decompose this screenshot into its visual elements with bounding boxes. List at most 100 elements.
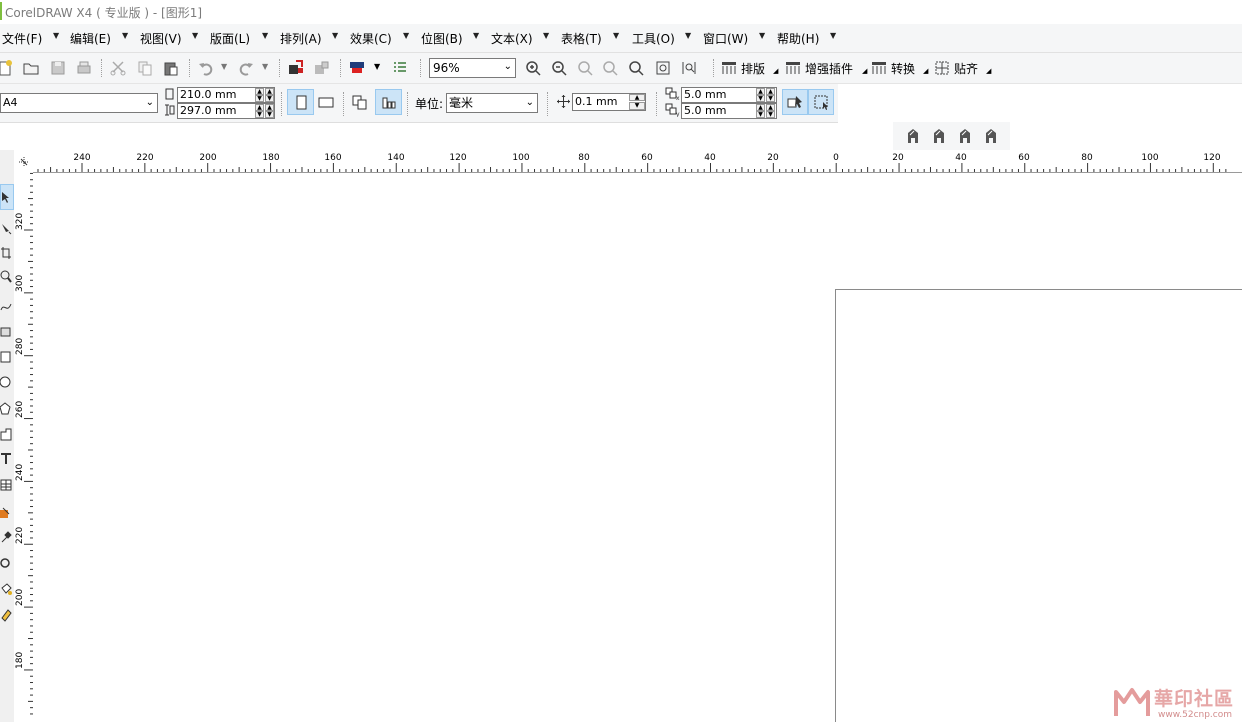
menu-window[interactable]: 窗口(W) — [703, 30, 748, 47]
convert-label[interactable]: 转换 — [891, 60, 915, 77]
menu-help[interactable]: 帮助(H) — [777, 30, 819, 47]
plugins-label[interactable]: 增强插件 — [805, 60, 853, 77]
spin-down-icon[interactable]: ▼ — [766, 111, 775, 118]
menu-view[interactable]: 视图(V) — [140, 30, 182, 47]
layout-label[interactable]: 排版 — [741, 60, 765, 77]
zoom-page-width-icon[interactable] — [654, 59, 672, 77]
polygon-tool-icon[interactable] — [0, 402, 12, 416]
zoom-tool-icon[interactable] — [0, 270, 12, 284]
table-tool-icon[interactable] — [0, 478, 12, 492]
zoom-in-icon[interactable] — [524, 59, 542, 77]
convert-icon[interactable] — [870, 59, 888, 77]
spin-down-icon[interactable]: ▼ — [265, 95, 274, 102]
menu-tools[interactable]: 工具(O) — [632, 30, 675, 47]
chevron-down-icon[interactable]: ▼ — [543, 31, 549, 40]
vertical-ruler[interactable]: 320 300 280 260 240 220 200 180 — [14, 172, 34, 722]
spin-up-icon[interactable]: ▲ — [766, 88, 775, 95]
cut-icon[interactable] — [109, 59, 127, 77]
rectangle-tool-icon[interactable] — [0, 350, 12, 364]
align-center-icon[interactable] — [931, 127, 949, 145]
menu-text[interactable]: 文本(X) — [491, 30, 533, 47]
interactive-mesh-tool-icon[interactable] — [0, 608, 12, 622]
current-page-button[interactable] — [375, 89, 402, 115]
layout-dropdown-icon[interactable]: ◢ — [773, 67, 778, 75]
menu-layout[interactable]: 版面(L) — [210, 30, 250, 47]
basic-shapes-tool-icon[interactable] — [0, 428, 12, 442]
save-icon[interactable] — [49, 59, 67, 77]
paste-icon[interactable] — [162, 59, 180, 77]
convert-dropdown-icon[interactable]: ◢ — [923, 67, 928, 75]
chevron-down-icon[interactable]: ▼ — [613, 31, 619, 40]
spin-up-icon[interactable]: ▲ — [629, 94, 645, 101]
snap-dropdown-icon[interactable]: ◢ — [986, 67, 991, 75]
spin-up-icon[interactable]: ▲ — [766, 104, 775, 111]
document-page[interactable] — [835, 289, 1242, 722]
zoom-page-height-icon[interactable] — [680, 59, 698, 77]
import-icon[interactable] — [287, 59, 305, 77]
outline-tool-icon[interactable] — [0, 556, 12, 570]
chevron-down-icon[interactable]: ▼ — [53, 31, 59, 40]
spin-up-icon[interactable]: ▲ — [265, 104, 274, 111]
copy-icon[interactable] — [136, 59, 154, 77]
all-pages-icon[interactable] — [351, 94, 369, 111]
application-launcher-icon[interactable] — [348, 59, 366, 77]
align-right-icon[interactable] — [957, 127, 975, 145]
plugins-dropdown-icon[interactable]: ◢ — [862, 67, 867, 75]
page-width-increase-button[interactable]: ▲ — [255, 88, 264, 95]
launcher-dropdown-icon[interactable]: ▼ — [374, 62, 380, 71]
chevron-down-icon[interactable]: ▼ — [332, 31, 338, 40]
spin-up-icon[interactable]: ▲ — [756, 104, 765, 111]
spin-down-icon[interactable]: ▼ — [756, 111, 765, 118]
spin-up-icon[interactable]: ▲ — [756, 88, 765, 95]
undo-icon[interactable] — [197, 59, 215, 77]
shape-tool-icon[interactable] — [0, 222, 12, 236]
chevron-down-icon[interactable]: ▼ — [830, 31, 836, 40]
redo-dropdown-icon[interactable]: ▼ — [262, 62, 268, 71]
pick-tool[interactable] — [0, 184, 14, 210]
undo-dropdown-icon[interactable]: ▼ — [221, 62, 227, 71]
portrait-button[interactable] — [287, 89, 314, 115]
treat-as-filled-button[interactable] — [782, 89, 808, 115]
spin-up-icon[interactable]: ▲ — [265, 88, 274, 95]
menu-file[interactable]: 文件(F) — [2, 30, 42, 47]
open-folder-icon[interactable] — [22, 59, 40, 77]
plugins-icon[interactable] — [784, 59, 802, 77]
spin-down-icon[interactable]: ▼ — [265, 111, 274, 118]
align-distribute-icon[interactable] — [983, 127, 1001, 145]
page-height-decrease-button[interactable]: ▼ — [255, 111, 264, 118]
spin-down-icon[interactable]: ▼ — [629, 102, 645, 110]
chevron-down-icon[interactable]: ▼ — [685, 31, 691, 40]
export-icon[interactable] — [313, 59, 331, 77]
chevron-down-icon[interactable]: ⌄ — [146, 94, 154, 112]
redo-icon[interactable] — [237, 59, 255, 77]
page-height-increase-button[interactable]: ▲ — [255, 104, 264, 111]
smart-fill-tool-icon[interactable] — [0, 325, 12, 339]
snap-icon[interactable] — [933, 59, 951, 77]
chevron-down-icon[interactable]: ▼ — [192, 31, 198, 40]
chevron-down-icon[interactable]: ▼ — [403, 31, 409, 40]
chevron-down-icon[interactable]: ▼ — [473, 31, 479, 40]
page-width-decrease-button[interactable]: ▼ — [255, 95, 264, 102]
crop-tool-icon[interactable] — [0, 246, 12, 260]
ellipse-tool-icon[interactable] — [0, 375, 12, 389]
interactive-fill-tool-icon[interactable] — [0, 506, 12, 520]
print-icon[interactable] — [75, 59, 93, 77]
landscape-icon[interactable] — [318, 97, 334, 108]
zoom-page-icon[interactable] — [627, 59, 645, 77]
chevron-down-icon[interactable]: ▼ — [759, 31, 765, 40]
freehand-tool-icon[interactable] — [0, 300, 12, 314]
ruler-origin[interactable] — [14, 150, 33, 172]
zoom-selected-icon[interactable] — [576, 59, 594, 77]
align-left-icon[interactable] — [905, 127, 923, 145]
horizontal-ruler[interactable]: 240 220 200 180 160 140 120 100 80 60 40… — [33, 150, 1242, 173]
chevron-down-icon[interactable]: ⌄ — [526, 94, 534, 112]
zoom-out-icon[interactable] — [550, 59, 568, 77]
zoom-level-select[interactable]: 96% ⌄ — [429, 58, 516, 78]
menu-edit[interactable]: 编辑(E) — [70, 30, 111, 47]
chevron-down-icon[interactable]: ▼ — [122, 31, 128, 40]
fill-tool-icon[interactable] — [0, 582, 12, 596]
chevron-down-icon[interactable]: ▼ — [262, 31, 268, 40]
new-document-icon[interactable] — [0, 59, 14, 77]
spin-down-icon[interactable]: ▼ — [766, 95, 775, 102]
zoom-all-objects-icon[interactable] — [601, 59, 619, 77]
